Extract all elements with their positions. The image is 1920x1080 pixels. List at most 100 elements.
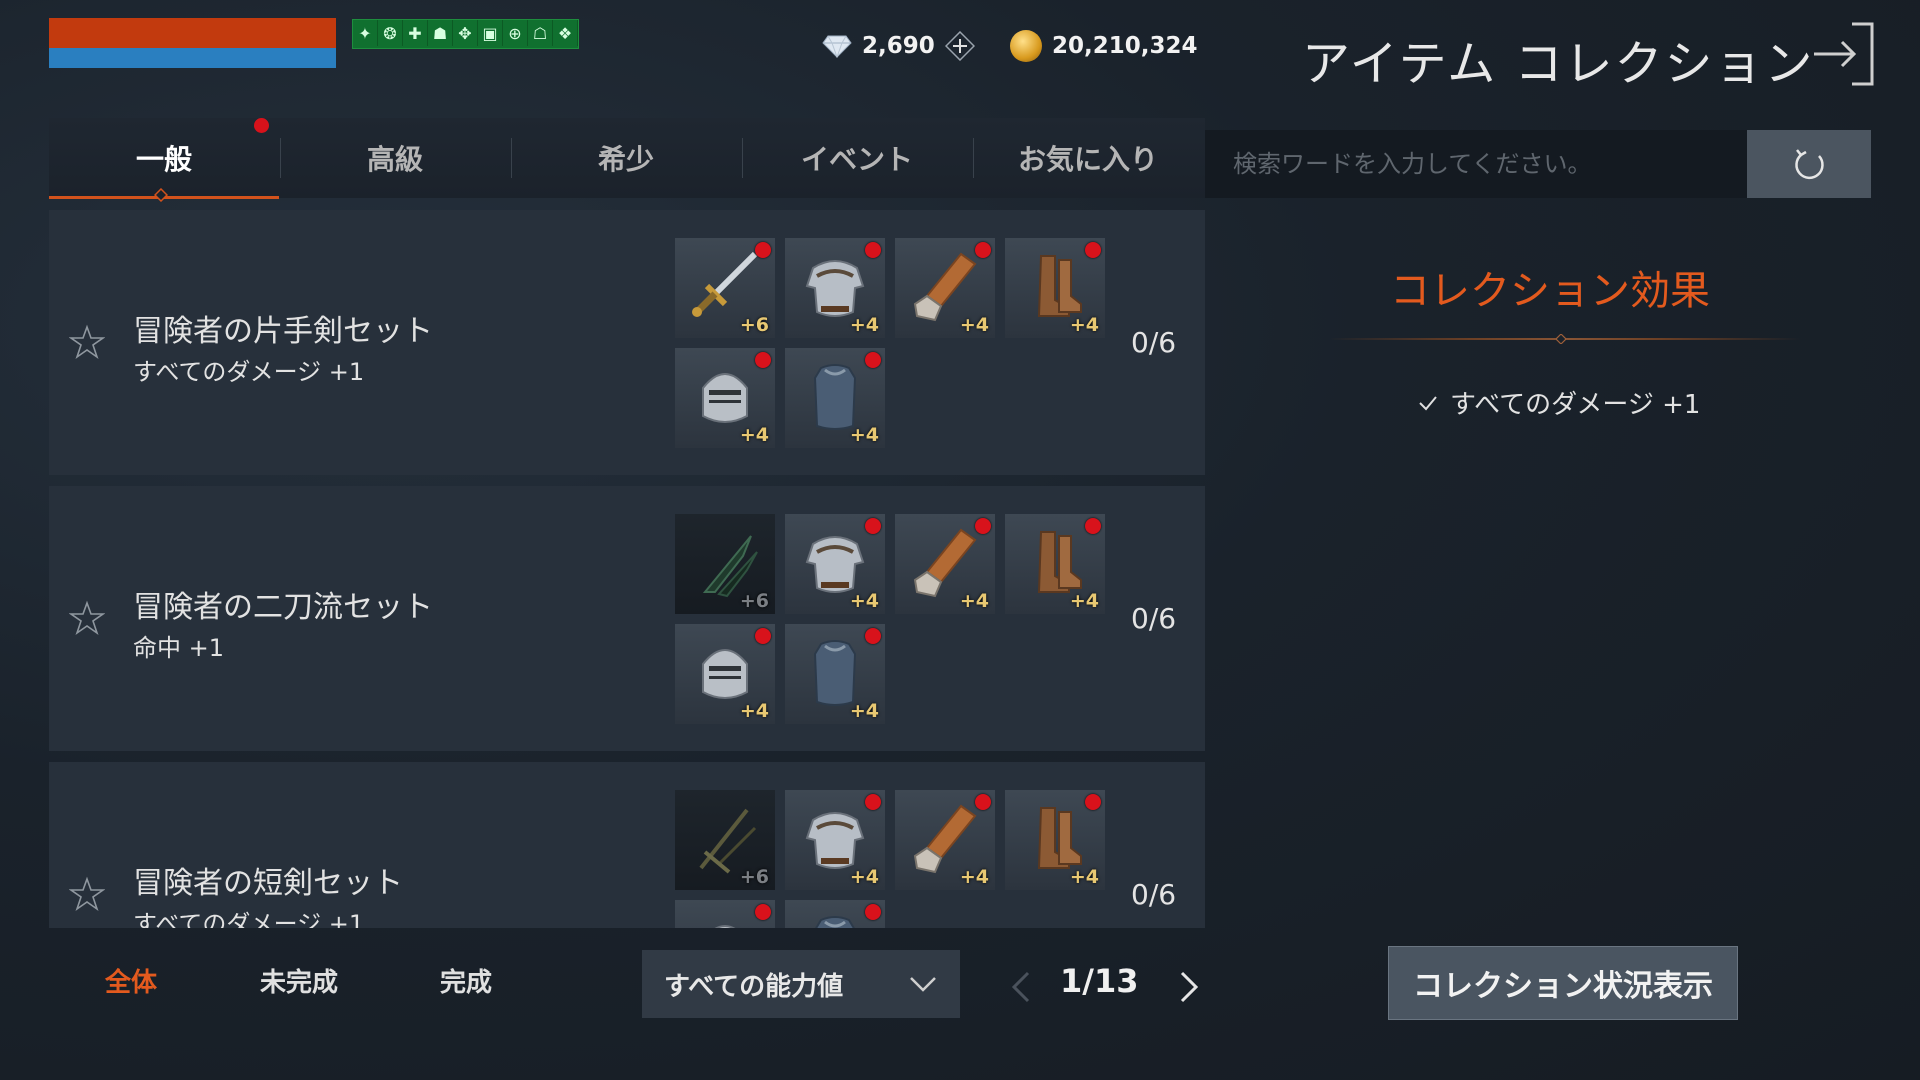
diamond-icon xyxy=(822,35,852,58)
search-reset-button[interactable] xyxy=(1747,130,1871,198)
tab-advanced[interactable]: 高級 xyxy=(280,118,510,198)
buff-icon[interactable]: ▣ xyxy=(478,20,503,46)
set-effect: すべてのダメージ +1 xyxy=(133,358,365,386)
next-page-icon[interactable] xyxy=(1176,970,1202,1004)
item-enhance-level: +6 xyxy=(739,314,769,336)
item-enhance-level: +4 xyxy=(739,424,769,446)
refresh-icon xyxy=(1795,149,1824,180)
buff-bar: ✦ ❂ ✚ ☗ ✥ ▣ ⊕ ☖ ❖ xyxy=(352,19,579,49)
item-slot[interactable]: +6 xyxy=(675,514,775,614)
item-slot[interactable]: +4 xyxy=(1005,238,1105,338)
filter-incomplete[interactable]: 未完成 xyxy=(260,962,338,999)
tab-event[interactable]: イベント xyxy=(742,118,972,198)
item-slot[interactable]: +4 xyxy=(785,348,885,448)
effect-text: すべてのダメージ +1 xyxy=(1450,390,1701,420)
alert-dot xyxy=(865,628,881,644)
item-enhance-level: +4 xyxy=(959,590,989,612)
alert-dot xyxy=(975,518,991,534)
set-effect: すべてのダメージ +1 xyxy=(133,910,365,928)
notification-dot xyxy=(254,118,269,133)
alert-dot xyxy=(865,518,881,534)
buff-icon[interactable]: ☗ xyxy=(428,20,453,46)
set-item-grid: +6 +4 +4 +4 +4 +4 xyxy=(675,514,1105,724)
item-enhance-level: +4 xyxy=(849,866,879,888)
alert-dot xyxy=(865,352,881,368)
set-name: 冒険者の短剣セット xyxy=(133,866,403,901)
favorite-star-icon[interactable] xyxy=(69,324,105,360)
buff-icon[interactable]: ✚ xyxy=(403,20,428,46)
alert-dot xyxy=(755,352,771,368)
item-slot[interactable]: +4 xyxy=(785,514,885,614)
buff-icon[interactable]: ❖ xyxy=(553,20,578,46)
alert-dot xyxy=(755,242,771,258)
search-input[interactable] xyxy=(1205,130,1747,198)
collection-effect-title: コレクション効果 xyxy=(1390,268,1710,314)
tab-rare[interactable]: 希少 xyxy=(511,118,741,198)
alert-dot xyxy=(865,794,881,810)
diamond-amount: 2,690 xyxy=(862,33,935,59)
tab-label: 一般 xyxy=(135,143,192,176)
buff-icon[interactable]: ❂ xyxy=(378,20,403,46)
item-slot[interactable]: +4 xyxy=(785,624,885,724)
previous-page-icon[interactable] xyxy=(1008,970,1034,1004)
alert-dot xyxy=(975,242,991,258)
collection-set-card[interactable]: 冒険者の片手剣セットすべてのダメージ +1 +6 +4 +4 +4 +4 +4 0/6 xyxy=(49,210,1205,475)
set-name: 冒険者の片手剣セット xyxy=(133,314,433,349)
set-progress: 0/6 xyxy=(1131,326,1177,359)
item-enhance-level: +4 xyxy=(1069,866,1099,888)
gold-coin-icon xyxy=(1010,30,1042,62)
collection-set-card[interactable]: 冒険者の短剣セットすべてのダメージ +1 +6 +4 +4 +4 0/6 xyxy=(49,762,1205,928)
item-enhance-level: +4 xyxy=(1069,314,1099,336)
filter-complete[interactable]: 完成 xyxy=(440,962,492,999)
set-name: 冒険者の二刀流セット xyxy=(133,590,433,625)
collection-set-card[interactable]: 冒険者の二刀流セット命中 +1 +6 +4 +4 +4 +4 +4 0/6 xyxy=(49,486,1205,751)
buff-icon[interactable]: ⊕ xyxy=(503,20,528,46)
buff-icon[interactable]: ✦ xyxy=(353,20,378,46)
set-effect: 命中 +1 xyxy=(133,634,225,662)
alert-dot xyxy=(755,628,771,644)
stat-filter-select[interactable]: すべての能力値 xyxy=(642,950,960,1018)
favorite-star-icon[interactable] xyxy=(69,876,105,912)
filter-all[interactable]: 全体 xyxy=(105,962,157,999)
buff-icon[interactable]: ✥ xyxy=(453,20,478,46)
collection-list[interactable]: 冒険者の片手剣セット すべてのダメージ +1 +6 +4 +4 +4 +4 +4 0/6 冒険者の… xyxy=(49,210,1205,928)
set-progress: 0/6 xyxy=(1131,878,1177,911)
item-enhance-level: +4 xyxy=(959,314,989,336)
tab-favorites[interactable]: お気に入り xyxy=(973,118,1203,198)
set-progress: 0/6 xyxy=(1131,602,1177,635)
item-slot[interactable]: +4 xyxy=(895,514,995,614)
item-slot[interactable]: +6 xyxy=(675,238,775,338)
alert-dot xyxy=(865,242,881,258)
stat-filter-value: すべての能力値 xyxy=(664,971,844,1002)
helmet-icon xyxy=(714,925,736,928)
item-slot[interactable] xyxy=(785,900,885,928)
item-slot[interactable]: +4 xyxy=(1005,790,1105,890)
item-slot[interactable] xyxy=(675,900,775,928)
item-enhance-level: +4 xyxy=(849,700,879,722)
set-item-grid: +6 +4 +4 +4 xyxy=(675,790,1105,928)
tab-label: 希少 xyxy=(597,143,654,176)
cloak-icon xyxy=(815,916,855,928)
item-enhance-level: +4 xyxy=(849,424,879,446)
item-slot[interactable]: +4 xyxy=(785,790,885,890)
item-enhance-level: +6 xyxy=(739,590,769,612)
item-enhance-level: +4 xyxy=(849,314,879,336)
favorite-star-icon[interactable] xyxy=(69,600,105,636)
item-slot[interactable]: +4 xyxy=(785,238,885,338)
item-slot[interactable]: +4 xyxy=(675,348,775,448)
item-slot[interactable]: +4 xyxy=(895,790,995,890)
hp-bar xyxy=(49,18,336,48)
tab-caret-icon xyxy=(154,188,168,202)
exit-icon[interactable] xyxy=(1810,20,1876,88)
item-enhance-level: +4 xyxy=(849,590,879,612)
item-slot[interactable]: +4 xyxy=(675,624,775,724)
item-slot[interactable]: +6 xyxy=(675,790,775,890)
add-diamond-icon[interactable] xyxy=(944,31,975,61)
tab-general[interactable]: 一般 xyxy=(49,118,279,198)
collection-status-button[interactable]: コレクション状況表示 xyxy=(1388,946,1738,1020)
buff-icon[interactable]: ☖ xyxy=(528,20,553,46)
item-enhance-level: +4 xyxy=(739,700,769,722)
item-enhance-level: +4 xyxy=(959,866,989,888)
item-slot[interactable]: +4 xyxy=(1005,514,1105,614)
item-slot[interactable]: +4 xyxy=(895,238,995,338)
